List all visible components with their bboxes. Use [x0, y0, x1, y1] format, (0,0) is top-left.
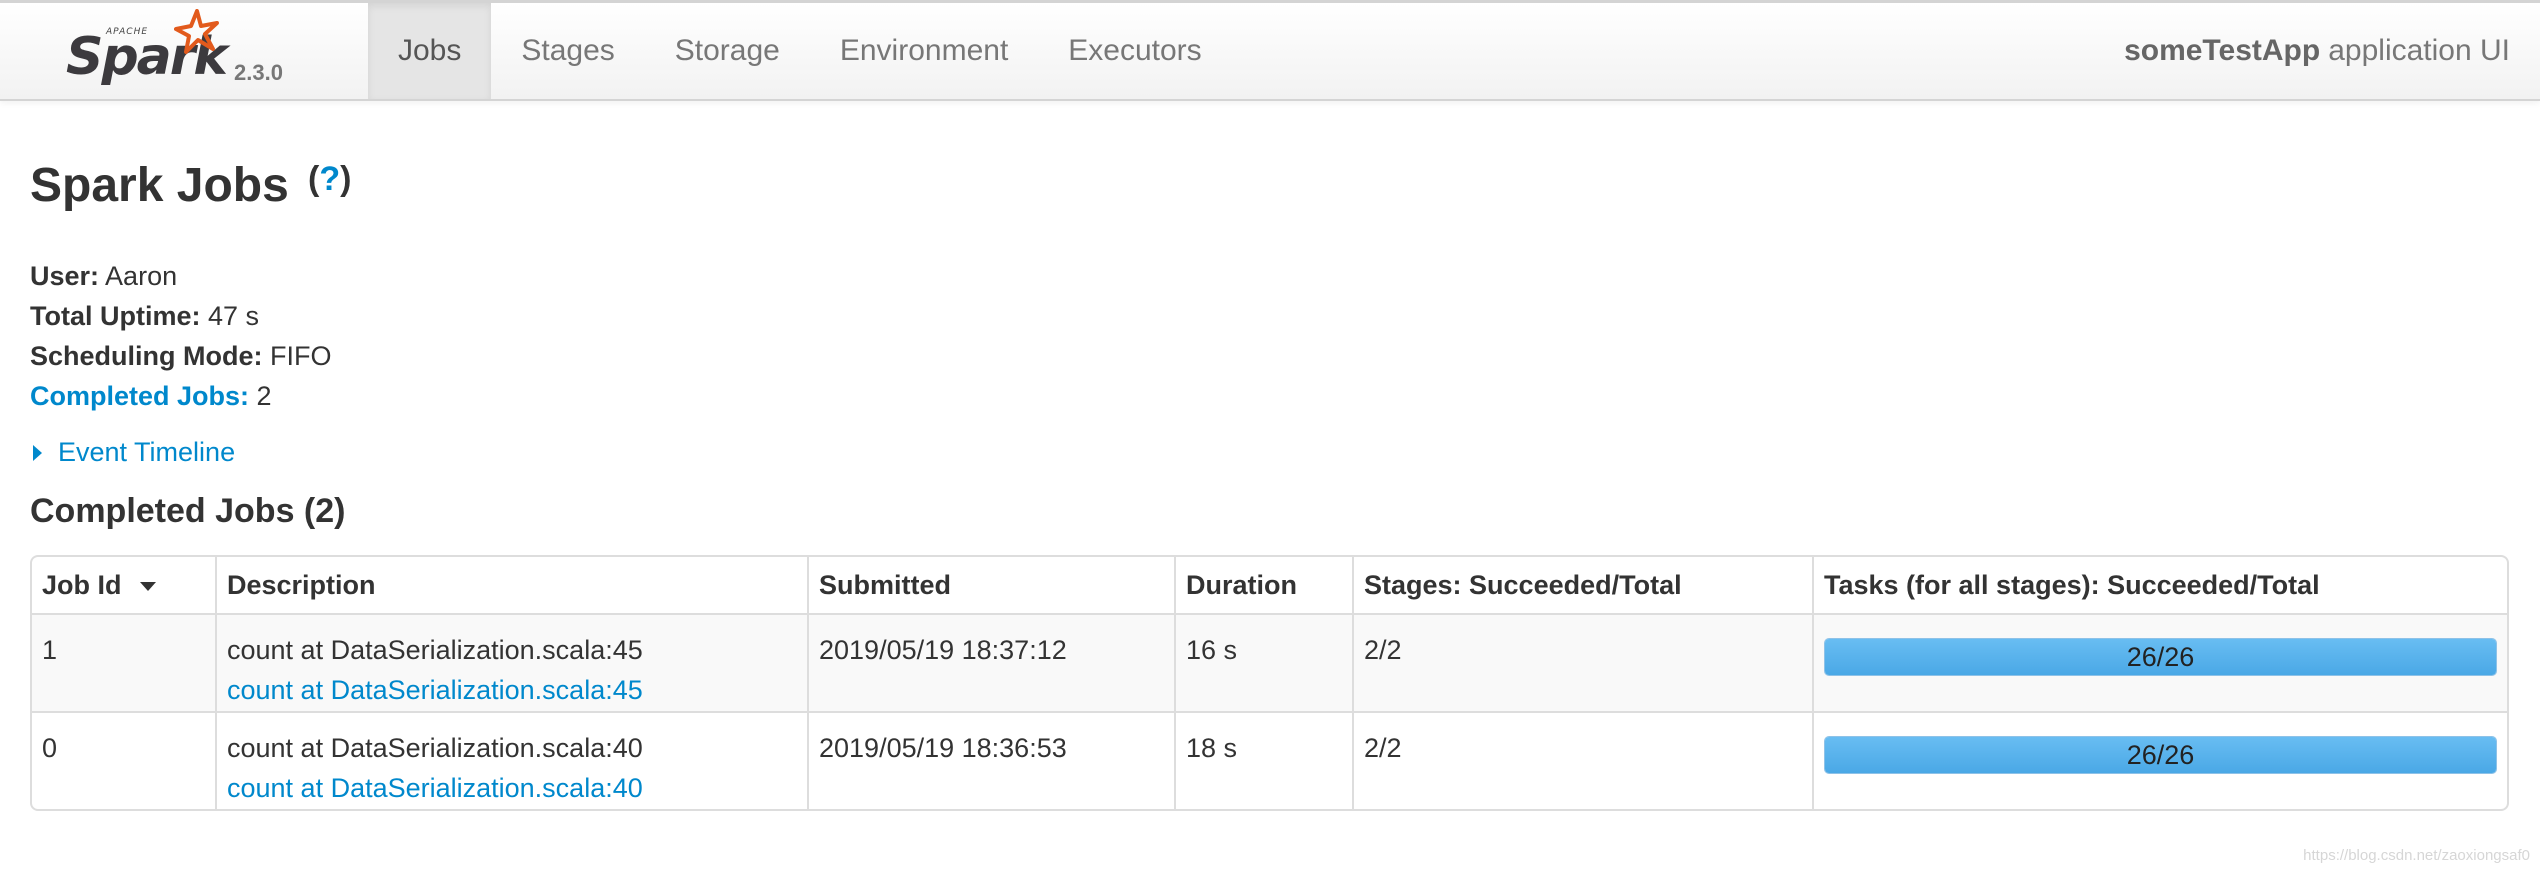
tab-storage[interactable]: Storage [645, 3, 810, 99]
page-title: Spark Jobs [30, 159, 289, 212]
col-header-duration[interactable]: Duration [1174, 557, 1352, 613]
navbar: APACHE Spark 2.3.0 Jobs Stages Storage E… [0, 0, 2540, 101]
spark-version: 2.3.0 [234, 60, 283, 85]
tasks-progress-bar: 26/26 [1824, 736, 2497, 774]
summary-scheduling-value: FIFO [270, 341, 332, 371]
completed-jobs-title[interactable]: Completed Jobs (2) [30, 492, 345, 531]
tab-jobs[interactable]: Jobs [368, 3, 492, 99]
summary-list: User: Aaron Total Uptime: 47 s Schedulin… [30, 256, 332, 416]
help-question-mark[interactable]: ? [319, 160, 340, 198]
duration-cell: 18 s [1174, 713, 1352, 809]
job-id[interactable]: 1 [42, 635, 57, 665]
summary-scheduling-label: Scheduling Mode: [30, 341, 263, 371]
table-header-row: Job Id Description Submitted Duration St… [32, 557, 2507, 613]
table-row: 1 count at DataSerialization.scala:45 co… [32, 613, 2507, 711]
app-suffix: application UI [2328, 34, 2510, 67]
tasks-progress-bar: 26/26 [1824, 638, 2497, 676]
col-header-job-id[interactable]: Job Id [32, 557, 215, 613]
job-id-cell[interactable]: 1 [32, 615, 215, 711]
completed-jobs-link[interactable]: Completed Jobs: [30, 381, 249, 411]
col-header-job-id-label: Job Id [42, 569, 122, 600]
spark-star-icon [174, 9, 219, 54]
job-description: count at DataSerialization.scala:45 [227, 635, 643, 665]
job-description-link[interactable]: count at DataSerialization.scala:45 [227, 670, 797, 710]
help-close-paren: ) [340, 160, 352, 198]
tab-executors[interactable]: Executors [1038, 3, 1231, 99]
tasks-cell: 26/26 [1812, 615, 2507, 711]
summary-completed: Completed Jobs: 2 [30, 376, 332, 416]
col-header-description[interactable]: Description [215, 557, 807, 613]
summary-uptime-label: Total Uptime: [30, 301, 201, 331]
stages-cell: 2/2 [1352, 615, 1812, 711]
job-id[interactable]: 0 [42, 733, 57, 763]
app-title: someTestApp application UI [2124, 3, 2510, 99]
submitted-cell: 2019/05/19 18:37:12 [807, 615, 1174, 711]
tasks-cell: 26/26 [1812, 713, 2507, 809]
stages-cell: 2/2 [1352, 713, 1812, 809]
tasks-progress-text: 26/26 [2126, 740, 2195, 770]
spark-logo[interactable]: APACHE Spark 2.3.0 [66, 5, 306, 95]
col-header-stages[interactable]: Stages: Succeeded/Total [1352, 557, 1812, 613]
summary-scheduling: Scheduling Mode: FIFO [30, 336, 332, 376]
summary-user-value: Aaron [105, 261, 178, 291]
summary-user: User: Aaron [30, 256, 332, 296]
col-header-tasks[interactable]: Tasks (for all stages): Succeeded/Total [1812, 557, 2507, 613]
app-name: someTestApp [2124, 34, 2321, 67]
summary-uptime-value: 47 s [208, 301, 260, 331]
sort-desc-icon [139, 581, 156, 591]
help-link[interactable]: (?) [308, 160, 351, 199]
col-header-submitted[interactable]: Submitted [807, 557, 1174, 613]
summary-uptime: Total Uptime: 47 s [30, 296, 332, 336]
job-description: count at DataSerialization.scala:40 [227, 733, 643, 763]
event-timeline-toggle[interactable]: Event Timeline [33, 437, 235, 468]
duration-cell: 16 s [1174, 615, 1352, 711]
description-cell: count at DataSerialization.scala:45 coun… [215, 615, 807, 711]
watermark: https://blog.csdn.net/zaoxiongsaf0 [2303, 847, 2530, 864]
tab-environment[interactable]: Environment [810, 3, 1038, 99]
table-row: 0 count at DataSerialization.scala:40 co… [32, 711, 2507, 809]
submitted-cell: 2019/05/19 18:36:53 [807, 713, 1174, 809]
event-timeline-label: Event Timeline [58, 437, 236, 467]
completed-jobs-table: Job Id Description Submitted Duration St… [30, 555, 2509, 811]
nav-tabs: Jobs Stages Storage Environment Executor… [368, 3, 1232, 99]
description-cell: count at DataSerialization.scala:40 coun… [215, 713, 807, 809]
summary-completed-value: 2 [256, 381, 272, 411]
tasks-progress-text: 26/26 [2126, 642, 2195, 672]
summary-user-label: User: [30, 261, 100, 291]
caret-right-icon [33, 444, 42, 461]
job-id-cell[interactable]: 0 [32, 713, 215, 809]
tab-stages[interactable]: Stages [491, 3, 644, 99]
help-open-paren: ( [308, 160, 320, 198]
job-description-link[interactable]: count at DataSerialization.scala:40 [227, 768, 797, 808]
